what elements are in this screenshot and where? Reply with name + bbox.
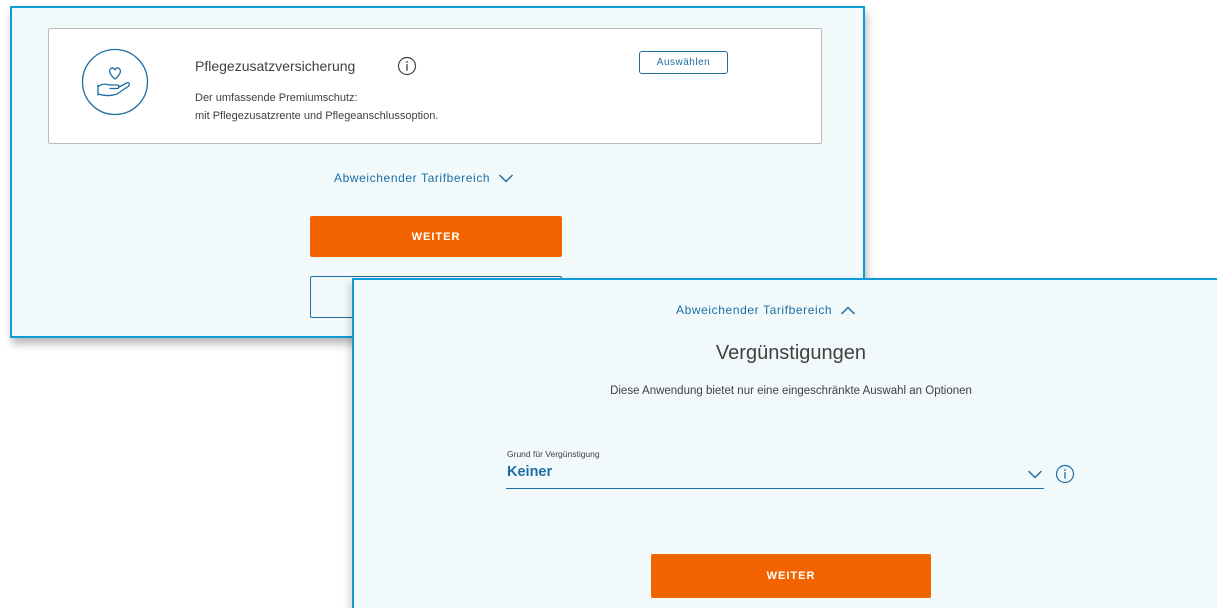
chevron-up-icon bbox=[841, 306, 855, 314]
select-button[interactable]: Auswählen bbox=[639, 51, 728, 74]
continue-button[interactable]: WEITER bbox=[310, 216, 562, 257]
discount-reason-select[interactable]: Keiner bbox=[507, 464, 552, 480]
section-subtext: Diese Anwendung bietet nur eine eingesch… bbox=[610, 385, 972, 397]
product-description-line: Der umfassende Premiumschutz: bbox=[195, 92, 358, 104]
continue-button[interactable]: WEITER bbox=[651, 554, 931, 598]
tariff-toggle[interactable]: Abweichender Tarifbereich bbox=[334, 171, 513, 185]
product-card: Pflegezusatzversicherung Der umfassende … bbox=[48, 28, 822, 144]
discount-reason-label: Grund für Vergünstigung bbox=[507, 449, 600, 459]
tariff-panel-expanded: Abweichender Tarifbereich Vergünstigunge… bbox=[352, 278, 1217, 608]
product-description-line: mit Pflegezusatzrente und Pflegeanschlus… bbox=[195, 110, 439, 122]
select-underline bbox=[506, 488, 1044, 489]
section-heading: Vergünstigungen bbox=[715, 342, 867, 364]
chevron-down-icon[interactable] bbox=[1028, 470, 1042, 479]
info-icon[interactable] bbox=[1055, 464, 1075, 484]
heart-in-hand-icon bbox=[81, 48, 149, 116]
product-title: Pflegezusatzversicherung bbox=[195, 58, 356, 74]
chevron-down-icon bbox=[499, 174, 513, 182]
product-description: Der umfassende Premiumschutz: mit Pflege… bbox=[195, 89, 438, 125]
info-icon[interactable] bbox=[397, 56, 417, 76]
tariff-toggle-label: Abweichender Tarifbereich bbox=[676, 303, 833, 317]
tariff-toggle-label: Abweichender Tarifbereich bbox=[334, 171, 491, 185]
tariff-toggle[interactable]: Abweichender Tarifbereich bbox=[676, 303, 855, 317]
